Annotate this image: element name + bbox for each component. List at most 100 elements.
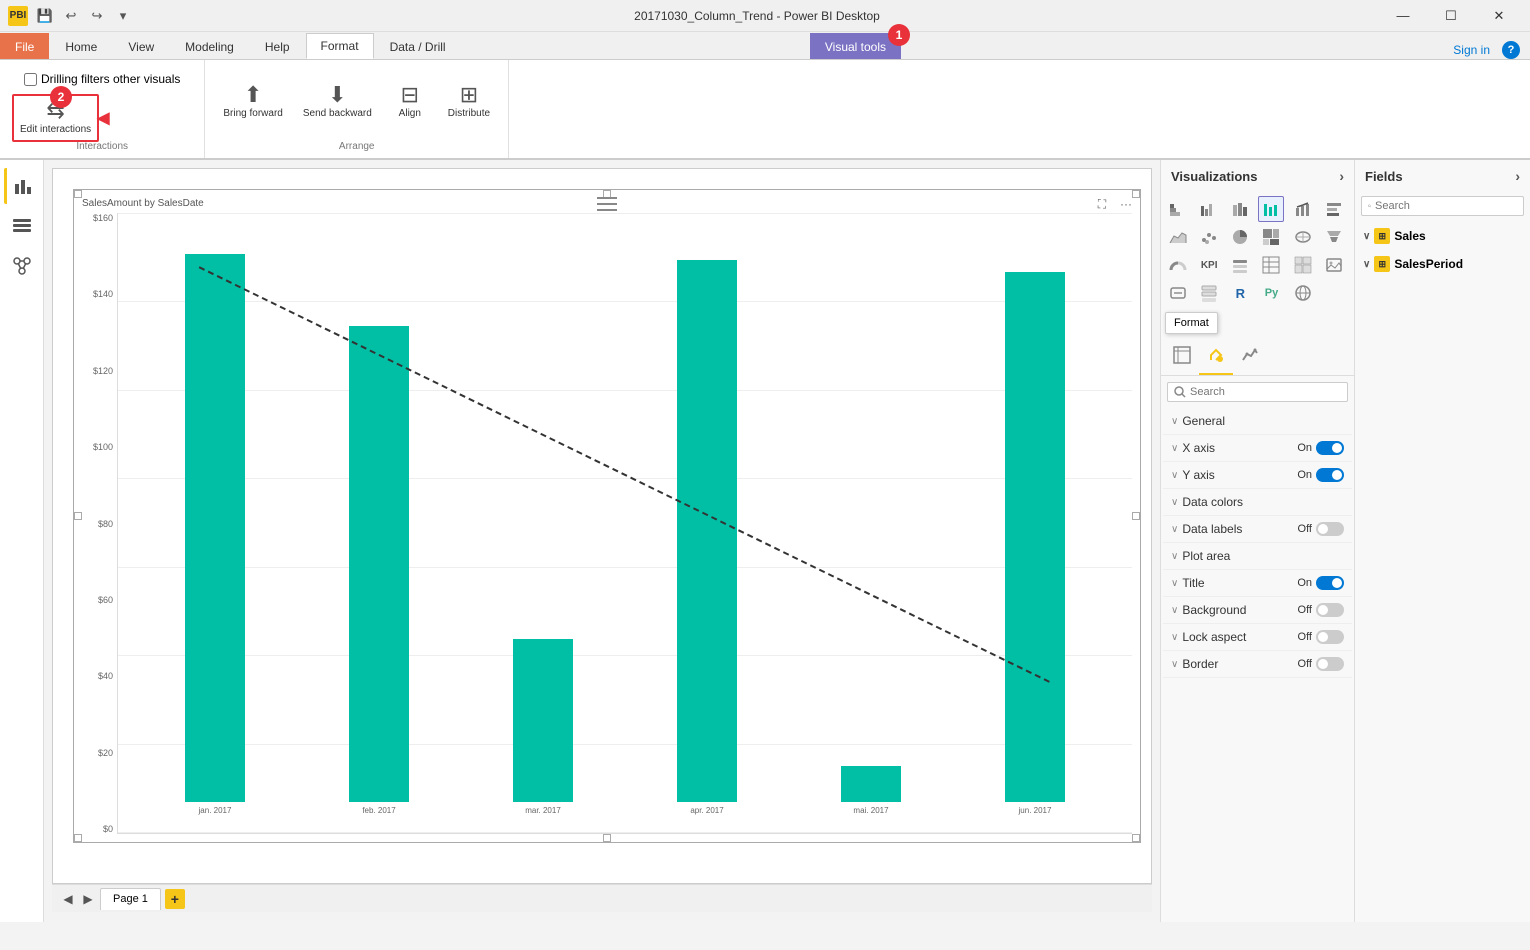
format-item-yaxis[interactable]: ∨ Y axis On bbox=[1163, 462, 1352, 489]
viz-r-icon[interactable]: R bbox=[1227, 280, 1253, 306]
page-add-button[interactable]: + bbox=[165, 889, 185, 909]
viz-matrix-icon[interactable] bbox=[1290, 252, 1316, 278]
datalabels-toggle[interactable]: Off bbox=[1298, 522, 1344, 536]
tab-modeling[interactable]: Modeling bbox=[170, 33, 249, 59]
drilling-filters-checkbox[interactable] bbox=[24, 73, 37, 86]
viz-area-icon[interactable] bbox=[1165, 224, 1191, 250]
viz-kpi-icon[interactable]: KPI bbox=[1196, 252, 1222, 278]
lockaspect-toggle-track[interactable] bbox=[1316, 630, 1344, 644]
page-next-button[interactable]: ▶ bbox=[80, 891, 96, 907]
viz-stacked-col-icon[interactable] bbox=[1227, 196, 1253, 222]
viz-scatter-icon[interactable] bbox=[1196, 224, 1222, 250]
fields-search[interactable] bbox=[1361, 196, 1524, 216]
lockaspect-toggle[interactable]: Off bbox=[1298, 630, 1344, 644]
yaxis-toggle-track[interactable] bbox=[1316, 468, 1344, 482]
background-toggle[interactable]: Off bbox=[1298, 603, 1344, 617]
format-item-border[interactable]: ∨ Border Off bbox=[1163, 651, 1352, 678]
xaxis-toggle-track[interactable] bbox=[1316, 441, 1344, 455]
viz-funnel-icon[interactable] bbox=[1321, 224, 1347, 250]
format-item-title[interactable]: ∨ Title On bbox=[1163, 570, 1352, 597]
format-item-general[interactable]: ∨ General bbox=[1163, 408, 1352, 435]
yaxis-toggle[interactable]: On bbox=[1297, 468, 1344, 482]
format-item-xaxis[interactable]: ∨ X axis On bbox=[1163, 435, 1352, 462]
handle-bottom-left[interactable] bbox=[74, 834, 82, 842]
chart-hamburger-icon[interactable] bbox=[599, 194, 615, 214]
viz-pie-icon[interactable] bbox=[1227, 224, 1253, 250]
viz-panel-expand-icon[interactable]: › bbox=[1339, 168, 1344, 184]
minimize-button[interactable]: — bbox=[1380, 0, 1426, 32]
viz-image-icon[interactable] bbox=[1321, 252, 1347, 278]
viz-slicer-icon[interactable] bbox=[1227, 252, 1253, 278]
help-button[interactable]: ? bbox=[1502, 41, 1520, 59]
viz-stacked-bar-icon[interactable] bbox=[1165, 196, 1191, 222]
viz-multirow-icon[interactable] bbox=[1196, 280, 1222, 306]
left-nav-data[interactable] bbox=[4, 208, 40, 244]
format-item-plotarea[interactable]: ∨ Plot area bbox=[1163, 543, 1352, 570]
tab-help[interactable]: Help bbox=[250, 33, 305, 59]
align-button[interactable]: ⊟ Align bbox=[386, 80, 434, 124]
format-item-background[interactable]: ∨ Background Off bbox=[1163, 597, 1352, 624]
xaxis-toggle[interactable]: On bbox=[1297, 441, 1344, 455]
close-button[interactable]: ✕ bbox=[1476, 0, 1522, 32]
drilling-filters-checkbox-row[interactable]: Drilling filters other visuals bbox=[12, 68, 192, 90]
viz-bar-chart-icon[interactable] bbox=[1321, 196, 1347, 222]
format-item-lockaspect[interactable]: ∨ Lock aspect Off bbox=[1163, 624, 1352, 651]
field-group-sales-header[interactable]: ∨ ⊞ Sales bbox=[1359, 224, 1526, 248]
save-icon[interactable]: 💾 bbox=[34, 5, 56, 27]
tab-data-drill[interactable]: Data / Drill bbox=[375, 33, 461, 59]
border-toggle-track[interactable] bbox=[1316, 657, 1344, 671]
send-backward-button[interactable]: ⬇ Send backward bbox=[297, 80, 378, 124]
viz-clustered-bar-icon[interactable] bbox=[1196, 196, 1222, 222]
page-prev-button[interactable]: ◀ bbox=[60, 891, 76, 907]
format-item-datalabels[interactable]: ∨ Data labels Off bbox=[1163, 516, 1352, 543]
maximize-button[interactable]: ☐ bbox=[1428, 0, 1474, 32]
handle-bottom-right[interactable] bbox=[1132, 834, 1140, 842]
viz-card-icon[interactable] bbox=[1165, 280, 1191, 306]
viz-globe-icon[interactable] bbox=[1290, 280, 1316, 306]
left-nav-model[interactable] bbox=[4, 248, 40, 284]
tab-home[interactable]: Home bbox=[50, 33, 112, 59]
format-search-input[interactable] bbox=[1190, 386, 1341, 398]
handle-left-mid[interactable] bbox=[74, 512, 82, 520]
page-tab-1[interactable]: Page 1 bbox=[100, 888, 161, 910]
redo-icon[interactable]: ↪ bbox=[86, 5, 108, 27]
viz-table-icon[interactable] bbox=[1258, 252, 1284, 278]
viz-line-col-icon[interactable] bbox=[1290, 196, 1316, 222]
tab-view[interactable]: View bbox=[113, 33, 169, 59]
chart-more-icon[interactable]: ··· bbox=[1116, 194, 1136, 214]
fields-expand-icon[interactable]: › bbox=[1515, 168, 1520, 184]
format-search[interactable] bbox=[1167, 382, 1348, 402]
viz-treemap-icon[interactable] bbox=[1258, 224, 1284, 250]
bring-forward-button[interactable]: ⬆ Bring forward bbox=[217, 80, 288, 124]
title-toggle-track[interactable] bbox=[1316, 576, 1344, 590]
tab-visual-tools[interactable]: Visual tools 1 bbox=[810, 33, 901, 59]
chart-expand-icon[interactable]: ⛶ bbox=[1092, 194, 1112, 214]
viz-column-chart-icon[interactable] bbox=[1258, 196, 1284, 222]
undo-icon[interactable]: ↩ bbox=[60, 5, 82, 27]
fields-search-input[interactable] bbox=[1375, 200, 1517, 212]
viz-tab-analytics[interactable] bbox=[1233, 340, 1267, 375]
datalabels-toggle-track[interactable] bbox=[1316, 522, 1344, 536]
handle-right-mid[interactable] bbox=[1132, 512, 1140, 520]
canvas-inner[interactable]: ⛶ ··· SalesAmount by SalesDate $160 $140… bbox=[52, 168, 1152, 884]
viz-tab-fields[interactable] bbox=[1165, 340, 1199, 375]
viz-py-icon[interactable]: Py bbox=[1258, 280, 1284, 306]
signin-button[interactable]: Sign in bbox=[1449, 41, 1494, 59]
left-nav-report[interactable] bbox=[4, 168, 40, 204]
quick-access-more-icon[interactable]: ▾ bbox=[112, 5, 134, 27]
tab-format[interactable]: Format bbox=[306, 33, 374, 59]
tab-file[interactable]: File bbox=[0, 33, 49, 59]
handle-top-left[interactable] bbox=[74, 190, 82, 198]
title-toggle[interactable]: On bbox=[1297, 576, 1344, 590]
distribute-button[interactable]: ⊞ Distribute bbox=[442, 80, 496, 124]
background-toggle-track[interactable] bbox=[1316, 603, 1344, 617]
viz-gauge-icon[interactable] bbox=[1165, 252, 1191, 278]
model-icon bbox=[12, 256, 32, 276]
chart-visual[interactable]: ⛶ ··· SalesAmount by SalesDate $160 $140… bbox=[73, 189, 1141, 843]
handle-bottom-mid[interactable] bbox=[603, 834, 611, 842]
border-toggle[interactable]: Off bbox=[1298, 657, 1344, 671]
field-group-salesperiod-header[interactable]: ∨ ⊞ SalesPeriod bbox=[1359, 252, 1526, 276]
format-item-datacolors[interactable]: ∨ Data colors bbox=[1163, 489, 1352, 516]
viz-tab-format[interactable] bbox=[1199, 340, 1233, 375]
viz-map-icon[interactable] bbox=[1290, 224, 1316, 250]
